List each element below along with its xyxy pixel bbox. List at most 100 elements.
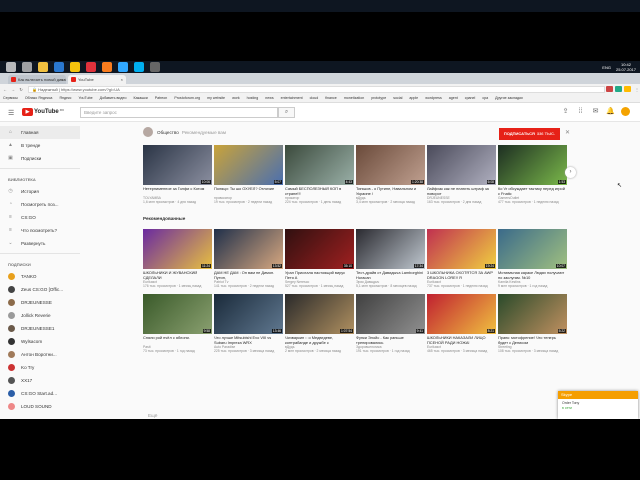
video-card[interactable]: 10:07 Мотивачная караке Людях получают по…	[498, 229, 567, 288]
sidebar-item[interactable]: ▲ В тренде	[0, 139, 80, 152]
reload-icon[interactable]: ↻	[18, 87, 24, 92]
subscription-item[interactable]: LOUD SOUND	[0, 400, 80, 413]
bookmark-item[interactable]: hosting	[247, 96, 259, 100]
bell-icon[interactable]: 🔔	[606, 107, 615, 116]
video-card[interactable]: 13:46 Что лучше Mitsubishi Evo VIII vs Su…	[214, 294, 283, 353]
sidebar-item[interactable]: ◷ История	[0, 185, 80, 198]
video-title[interactable]: Мотивачная караке Людях получают по засл…	[498, 271, 567, 280]
video-thumbnail[interactable]: 13:52	[214, 229, 283, 269]
video-card[interactable]: 5:07 Поляци: Ты шо ОХУЕЛ? Отличие провокат…	[214, 145, 283, 204]
video-title[interactable]: Функи Элойс - Как раньше тренировались	[356, 336, 425, 345]
edge-icon[interactable]	[54, 62, 64, 72]
video-title[interactable]: Что лучше Mitsubishi Evo VIII vs Subaru …	[214, 336, 283, 345]
subscription-item[interactable]: XX17	[0, 374, 80, 387]
video-card[interactable]: 19:24 3 ШКОЛЬНИКА ОХОТЯТСЯ ЗА AWP DRAGON …	[427, 229, 496, 288]
bookmark-item[interactable]: Яндекс	[59, 96, 71, 100]
subscription-item[interactable]: TANKO	[0, 270, 80, 283]
subscription-item[interactable]: Wylsacom	[0, 335, 80, 348]
subscription-item[interactable]: Zeus CS:GO [Offic...	[0, 283, 80, 296]
bookmark-item[interactable]: cpanel	[465, 96, 476, 100]
close-tab-icon[interactable]: ×	[61, 75, 63, 84]
back-icon[interactable]: ←	[2, 87, 8, 92]
shelf1-channel[interactable]: Общество	[157, 130, 179, 135]
bookmark-item[interactable]: monetization	[344, 96, 364, 100]
forward-icon[interactable]: →	[10, 87, 16, 92]
bookmark-item[interactable]: entertainment	[281, 96, 303, 100]
chat-icon[interactable]: ✉	[591, 107, 600, 116]
menu-icon[interactable]: ⋮	[634, 87, 640, 92]
video-title[interactable]: Сняли рой пчёл с яблони.	[143, 336, 212, 345]
video-thumbnail[interactable]: 6:08	[427, 145, 496, 185]
avatar[interactable]	[621, 107, 630, 116]
video-title[interactable]: Пранк: мотофрение! Что теперь будет с Де…	[498, 336, 567, 345]
upload-icon[interactable]: ⇪	[561, 107, 570, 116]
video-thumbnail[interactable]: 9:58	[143, 294, 212, 334]
bookmark-item[interactable]: prototype	[371, 96, 386, 100]
opera-icon[interactable]	[86, 62, 96, 72]
video-card[interactable]: 1:53 Ко Vr обсуждает тактику перед игрой …	[498, 145, 567, 204]
bookmark-item[interactable]: Другие закладки	[495, 96, 523, 100]
extension-icon[interactable]	[606, 86, 613, 92]
video-thumbnail[interactable]: 4:43	[285, 145, 354, 185]
subscribe-button[interactable]: ПОДПИСАТЬСЯ 336 ТЫС.	[498, 128, 560, 140]
bookmark-item[interactable]: agent	[449, 96, 458, 100]
video-card[interactable]: 1:07:54 Чичваркин :: о Медведеве, контраб…	[285, 294, 354, 353]
video-title[interactable]: Тиньков - о Путине, Навальном и Украине …	[356, 187, 425, 196]
shelf2-title[interactable]: Рекомендованные	[143, 216, 185, 221]
shelf3-title[interactable]: Ещё	[148, 413, 157, 418]
video-title[interactable]: ШКОЛЬНИКИ И ЖУВАНСКИЙ СДЕЛАЛИ	[143, 271, 212, 280]
bookmark-item[interactable]: Какашки	[134, 96, 148, 100]
video-thumbnail[interactable]: 17:34	[356, 229, 425, 269]
video-card[interactable]: 1:20:38 Тиньков - о Путине, Навальном и У…	[356, 145, 425, 204]
firefox-icon[interactable]	[102, 62, 112, 72]
video-thumbnail[interactable]: 5:22	[498, 294, 567, 334]
sidebar-item[interactable]: ≡ Что посмотреть?	[0, 224, 80, 237]
bookmark-item[interactable]: Облако Яндекса	[25, 96, 52, 100]
bookmark-item[interactable]: work	[232, 96, 240, 100]
video-title[interactable]: Самый БЕСПОЛЕЗНЫЙ КОП в стране!!!	[285, 187, 354, 196]
video-card[interactable]: 6:08 Лайфхак как не платить штраф за пово…	[427, 145, 496, 204]
sidebar-item[interactable]: ≡ CS:GO	[0, 211, 80, 224]
channel-avatar[interactable]	[143, 127, 153, 137]
video-thumbnail[interactable]: 1:53	[498, 145, 567, 185]
sidebar-item[interactable]: ⌂ Главная	[0, 126, 80, 139]
video-card[interactable]: 5:22 Пранк: мотофрение! Что теперь будет …	[498, 294, 567, 353]
video-thumbnail[interactable]: 5:07	[214, 145, 283, 185]
sidebar-item[interactable]: ◔ Посмотреть поз...	[0, 198, 80, 211]
obs-icon[interactable]	[150, 62, 160, 72]
video-card[interactable]: 9:41 Функи Элойс - Как раньше тренировали…	[356, 294, 425, 353]
url-field[interactable]: 🔒 Надежный | https://www.youtube.com/?gl…	[28, 85, 605, 93]
video-title[interactable]: ДАМ НЕ ДАМ : Он вам не Димон. Путин,	[214, 271, 283, 280]
video-thumbnail[interactable]: 1:07:54	[285, 294, 354, 334]
video-title[interactable]: Лайфхак как не платить штраф за поворот	[427, 187, 496, 196]
bookmark-item[interactable]: YouTube	[78, 96, 92, 100]
browser-tab[interactable]: Как включить новый дизайн ×	[8, 75, 66, 84]
video-thumbnail[interactable]: 9:41	[356, 294, 425, 334]
video-card[interactable]: 11:24 ШКОЛЬНИКИ И ЖУВАНСКИЙ СДЕЛАЛИ Eurika…	[143, 229, 212, 288]
extension-icon[interactable]	[624, 86, 631, 92]
chrome-icon[interactable]	[70, 62, 80, 72]
video-thumbnail[interactable]: 8:21	[427, 294, 496, 334]
subscription-item[interactable]: Антон Воротни...	[0, 348, 80, 361]
video-card[interactable]: 4:43 Самый БЕСПОЛЕЗНЫЙ КОП в стране!!! про…	[285, 145, 354, 204]
bookmark-item[interactable]: Сервисы	[3, 96, 18, 100]
bookmark-item[interactable]: Добавить видео	[100, 96, 127, 100]
video-thumbnail[interactable]: 10:07	[498, 229, 567, 269]
search-button[interactable]: ⌕	[278, 107, 295, 118]
bookmark-item[interactable]: cpa	[482, 96, 488, 100]
video-thumbnail[interactable]: 1:20:38	[356, 145, 425, 185]
bookmark-item[interactable]: news	[265, 96, 273, 100]
bookmark-item[interactable]: finance	[325, 96, 337, 100]
youtube-logo[interactable]: ▶ YouTube RU	[21, 108, 64, 116]
subscription-item[interactable]: DRJEUNESSE1	[0, 322, 80, 335]
video-thumbnail[interactable]: 19:24	[427, 229, 496, 269]
video-title[interactable]: Поляци: Ты шо ОХУЕЛ? Отличие	[214, 187, 283, 196]
bookmark-item[interactable]: my website	[207, 96, 225, 100]
skype-notification[interactable]: Skype Order Tony в сети	[558, 391, 638, 419]
apps-icon[interactable]: ⁞⁞	[576, 107, 585, 116]
video-card[interactable]: 13:52 ДАМ НЕ ДАМ : Он вам не Димон. Путин…	[214, 229, 283, 288]
video-thumbnail[interactable]: 11:24	[143, 229, 212, 269]
tray-lang[interactable]: ENG	[602, 65, 611, 70]
video-thumbnail[interactable]: 10:06	[143, 145, 212, 185]
subscription-item[interactable]: Ko Try	[0, 361, 80, 374]
